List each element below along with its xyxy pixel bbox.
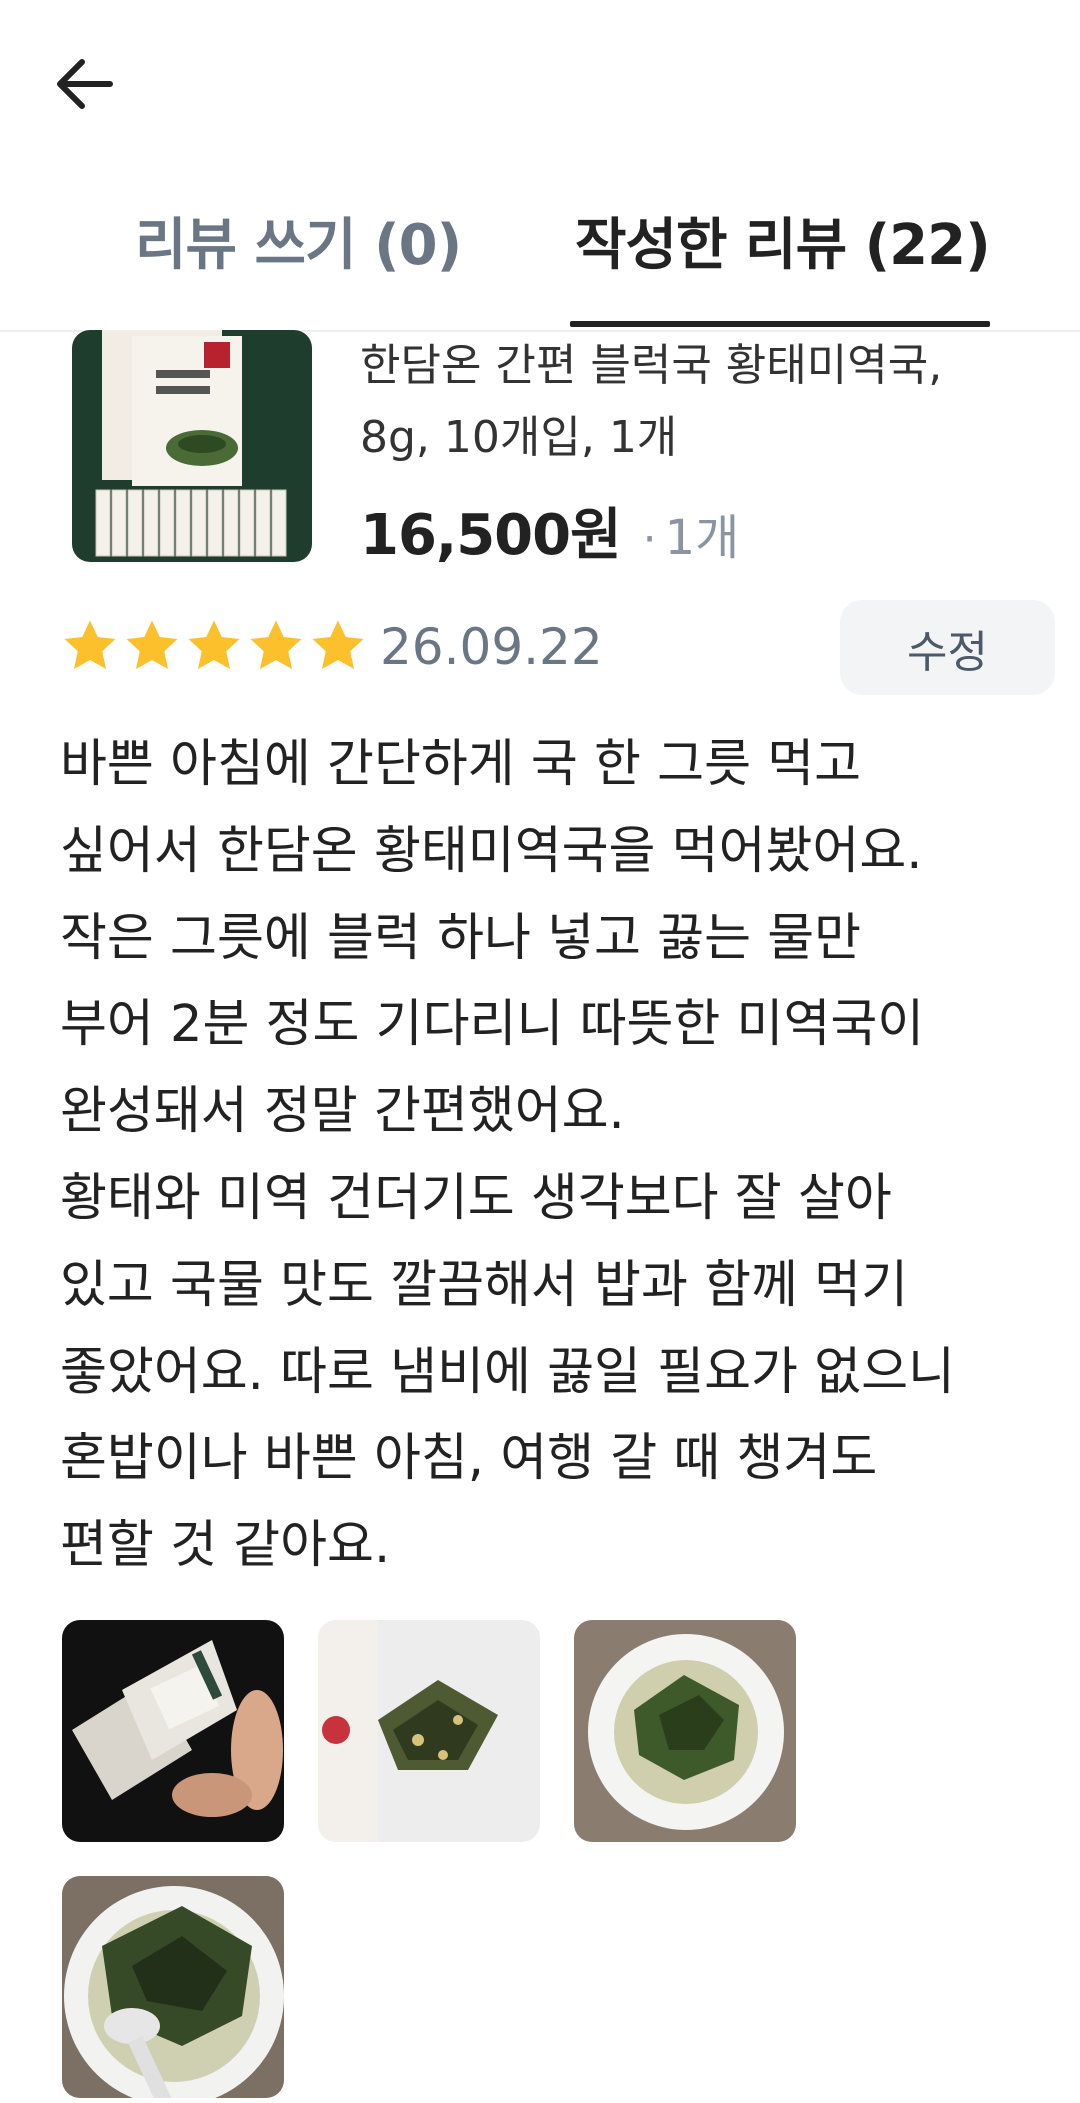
review-line: 바쁜 아침에 간단하게 국 한 그릇 먹고 [60, 735, 862, 794]
review-line: 완성돼서 정말 간편했어요. [60, 1082, 625, 1142]
rating-row: 26.09.22 수정 [60, 600, 1055, 700]
review-photo-packets[interactable] [62, 1620, 284, 1842]
product-name-line-1: 한담온 간편 블럭국 황태미역국, [360, 340, 943, 391]
review-photo-soup-spoon[interactable] [62, 1876, 284, 2098]
back-button[interactable] [40, 40, 128, 128]
review-line: 황태와 미역 건더기도 생각보다 잘 살아 [60, 1168, 892, 1228]
top-bar [0, 0, 1080, 160]
star-icon [188, 620, 240, 669]
product-thumbnail [72, 330, 312, 562]
product-name-line-2: 8g, 10개입, 1개 [360, 412, 678, 463]
review-line: 좋았어요. 따로 냄비에 끓일 필요가 없으니 [60, 1342, 955, 1402]
review-line: 작은 그릇에 블럭 하나 넣고 끓는 물만 [60, 908, 862, 968]
arrow-left-icon [57, 59, 113, 109]
star-rating [60, 616, 368, 676]
edit-review-button[interactable]: 수정 [840, 600, 1055, 695]
tab-written-reviews[interactable]: 작성한 리뷰 (22) [575, 200, 991, 281]
product-quantity: 1개 [664, 510, 740, 566]
product-summary[interactable]: 한담온 간편 블럭국 황태미역국, 8g, 10개입, 1개 16,500원 ·… [0, 330, 1080, 568]
star-icon [312, 620, 364, 669]
review-line: 편할 것 같아요. [60, 1516, 391, 1576]
separator-dot: · [642, 514, 657, 565]
tab-write-review[interactable]: 리뷰 쓰기 (0) [135, 200, 462, 281]
star-icon [126, 620, 178, 669]
review-body: 바쁜 아침에 간단하게 국 한 그릇 먹고 싶어서 한담온 황태미역국을 먹어봤… [60, 722, 1040, 1590]
review-line: 혼밥이나 바쁜 아침, 여행 갈 때 챙겨도 [60, 1429, 878, 1489]
active-tab-indicator [570, 321, 990, 327]
review-date: 26.09.22 [380, 618, 603, 676]
review-photo-soup-bowl[interactable] [574, 1620, 796, 1842]
product-name: 한담온 간편 블럭국 황태미역국, 8g, 10개입, 1개 [360, 330, 1040, 474]
review-line: 싶어서 한담온 황태미역국을 먹어봤어요. [60, 821, 923, 881]
product-price: 16,500원 [360, 503, 622, 568]
review-tabs: 리뷰 쓰기 (0) 작성한 리뷰 (22) [0, 160, 1080, 332]
review-line: 있고 국물 맛도 깔끔해서 밥과 함께 먹기 [60, 1255, 908, 1315]
review-photo-block[interactable] [318, 1620, 540, 1842]
review-line: 부어 2분 정도 기다리니 따뜻한 미역국이 [60, 995, 925, 1055]
price-row: 16,500원 · 1개 [360, 490, 739, 568]
star-icon [250, 620, 302, 669]
star-icon [64, 620, 116, 669]
